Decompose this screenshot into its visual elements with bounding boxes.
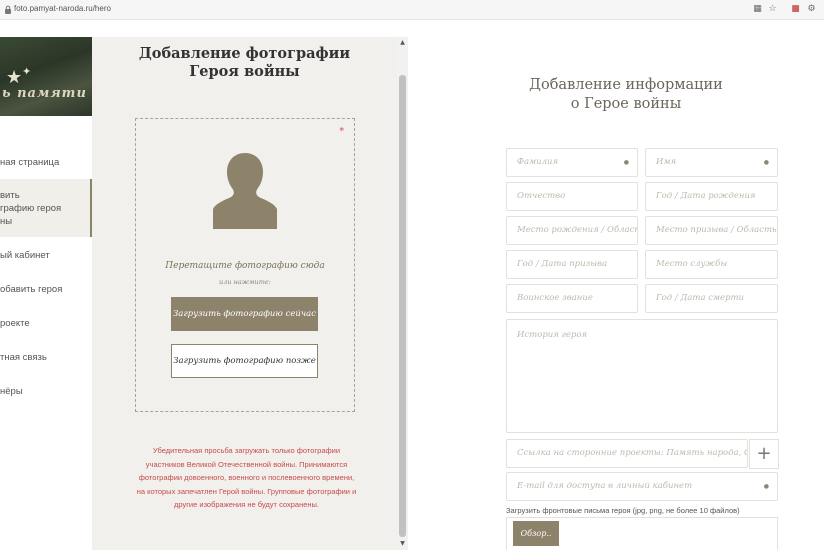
rank-field[interactable]: Воинское звание [506, 284, 638, 313]
links-field[interactable]: Ссылка на сторонние проекты: Память наро… [506, 439, 748, 468]
upload-warning-note: Убедительная просьба загружать только фо… [136, 446, 357, 509]
sidebar-item-about[interactable]: роекте [0, 317, 92, 330]
email-field[interactable]: E-mail для доступа в личный кабинет ● [506, 472, 778, 501]
lock-icon [5, 5, 11, 14]
service-place-field[interactable]: Место службы [645, 250, 778, 279]
birth-place-field[interactable]: Место рождения / Область [506, 216, 638, 245]
required-mark: ● [763, 159, 769, 166]
surname-field[interactable]: Фамилия ● [506, 148, 638, 177]
star-emblem-icon: ★ [6, 67, 23, 88]
site-banner[interactable]: ★ ✦ ь памяти [0, 37, 92, 116]
required-mark: ● [623, 159, 629, 166]
scrollbar[interactable]: ▲ ▼ [397, 37, 408, 550]
required-mark: ● [763, 483, 769, 490]
scroll-down-icon[interactable]: ▼ [399, 540, 406, 548]
conscription-place-field[interactable]: Место призыва / Область [645, 216, 778, 245]
conscription-date-field[interactable]: Год / Дата призыва [506, 250, 638, 279]
star-icon[interactable]: ☆ [767, 4, 778, 15]
sidebar: ★ ✦ ь памяти ная страница вить графию ге… [0, 37, 92, 550]
patronymic-field[interactable]: Отчество [506, 182, 638, 211]
drag-hint: Перетащите фотографию сюда [165, 261, 325, 271]
photo-drop-zone[interactable]: * Перетащите фотографию сюда или нажмите… [135, 118, 355, 412]
birth-date-field[interactable]: Год / Дата рождения [645, 182, 778, 211]
browser-address-bar: foto.pamyat-naroda.ru/hero ▦ ☆ ■ ⚙ [0, 0, 824, 20]
banner-text: ь памяти [2, 86, 87, 101]
upload-title: Добавление фотографии Героя войны [138, 45, 351, 80]
url-text[interactable]: foto.pamyat-naroda.ru/hero [14, 3, 111, 15]
hero-info-form: Добавление информации о Герое войны Фами… [408, 37, 824, 550]
upload-later-button[interactable]: Загрузить фотографию позже [171, 344, 318, 378]
sidebar-item-add-hero[interactable]: обавить героя [0, 283, 92, 296]
sidebar-item-cabinet[interactable]: ый кабинет [0, 249, 92, 262]
photo-upload-panel: Добавление фотографии Героя войны * Пере… [92, 37, 397, 550]
sidebar-item-home[interactable]: ная страница [0, 156, 92, 169]
required-mark: * [339, 127, 345, 137]
settings-icon[interactable]: ⚙ [806, 4, 817, 15]
history-textarea[interactable]: История героя [506, 319, 778, 433]
form-title: Добавление информации о Герое войны [529, 77, 723, 112]
letters-upload-label: Загрузить фронтовые письма героя (jpg, p… [506, 506, 740, 515]
translate-icon[interactable]: ▦ [752, 4, 763, 15]
scrollbar-thumb[interactable] [399, 75, 406, 537]
sidebar-item-partners[interactable]: нёры [0, 385, 92, 398]
browse-button[interactable]: Обзор.. [513, 521, 559, 546]
upload-now-button[interactable]: Загрузить фотографию сейчас [171, 297, 318, 331]
name-field[interactable]: Имя ● [645, 148, 778, 177]
sidebar-item-add-photo[interactable]: вить графию героя ны [0, 179, 92, 237]
sidebar-item-feedback[interactable]: тная связь [0, 351, 92, 364]
star-emblem-icon: ✦ [22, 65, 32, 78]
add-link-button[interactable]: + [749, 439, 779, 469]
death-date-field[interactable]: Год / Дата смерти [645, 284, 778, 313]
extension-icon[interactable]: ■ [790, 4, 801, 15]
scroll-up-icon[interactable]: ▲ [399, 39, 406, 47]
or-hint: или нажмите: [219, 278, 271, 286]
person-silhouette-icon [213, 153, 277, 229]
